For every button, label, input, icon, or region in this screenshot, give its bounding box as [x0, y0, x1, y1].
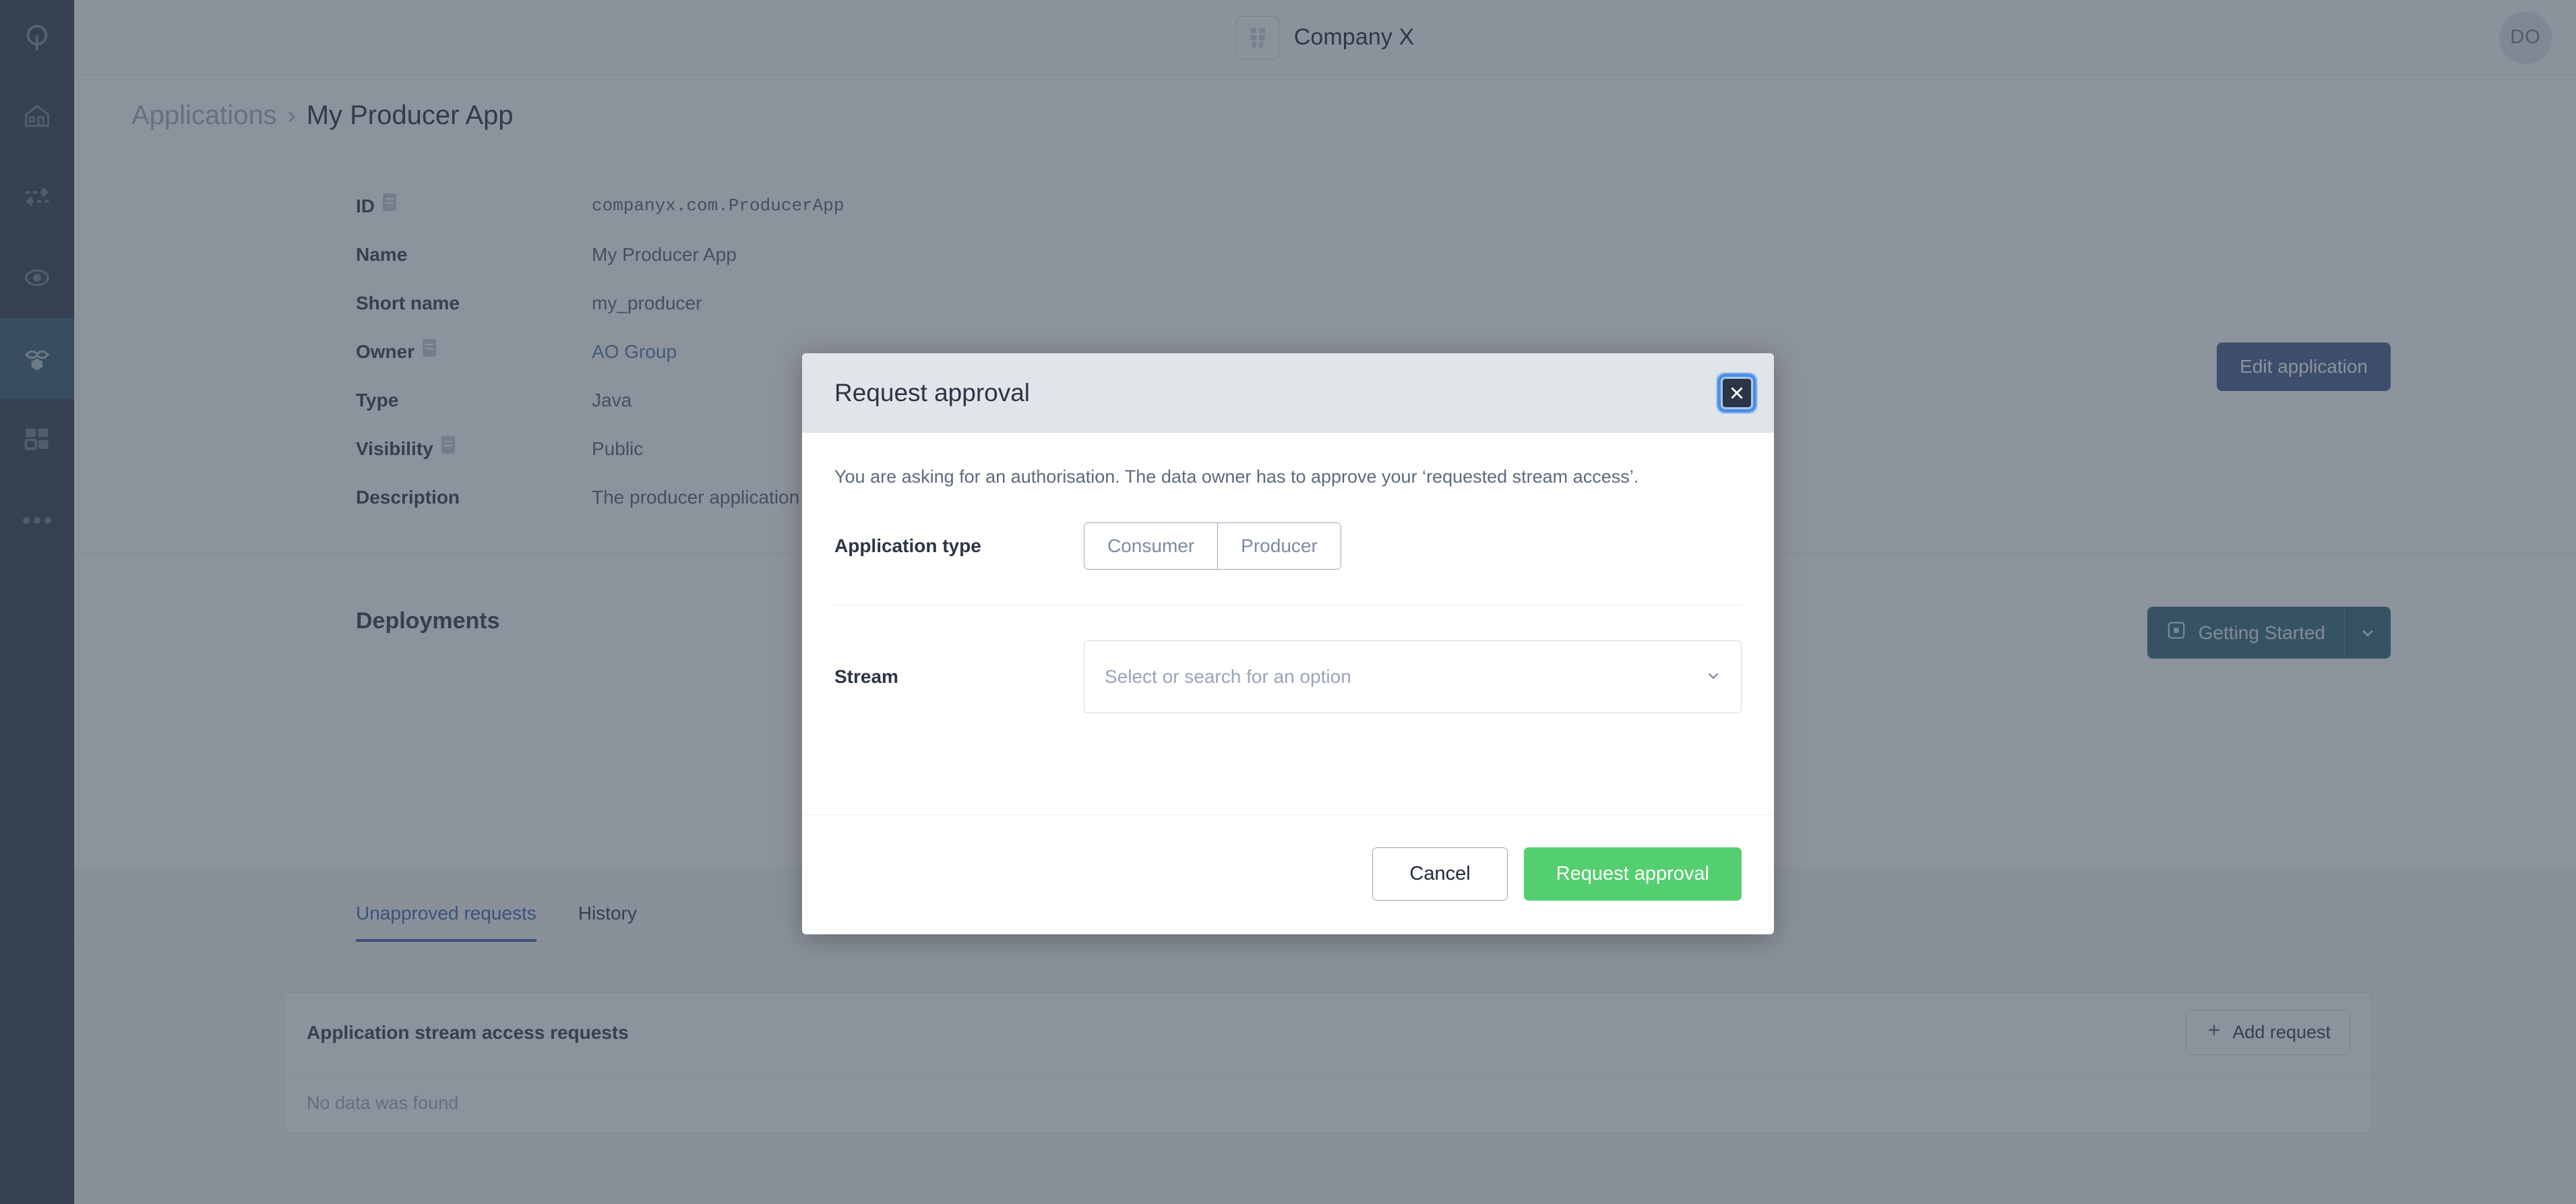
chevron-down-icon	[1705, 667, 1722, 688]
stream-select-placeholder: Select or search for an option	[1105, 666, 1351, 687]
dialog-description: You are asking for an authorisation. The…	[834, 466, 1639, 487]
close-icon[interactable]	[1717, 373, 1756, 413]
application-type-option-consumer[interactable]: Consumer	[1084, 523, 1218, 569]
cancel-button[interactable]: Cancel	[1372, 847, 1508, 901]
dialog-title: Request approval	[834, 379, 1031, 407]
app-root: Company X DO Applications › My Producer …	[0, 0, 2576, 1204]
application-type-option-producer[interactable]: Producer	[1217, 523, 1341, 569]
dialog-footer: Cancel Request approval	[802, 814, 1774, 934]
dialog-body: You are asking for an authorisation. The…	[802, 433, 1774, 814]
request-approval-button[interactable]: Request approval	[1523, 847, 1742, 901]
stream-row: Stream Select or search for an option	[834, 640, 1742, 748]
stream-label: Stream	[834, 666, 898, 687]
dialog-header: Request approval	[802, 353, 1774, 433]
application-type-row: Application type Consumer Producer	[834, 522, 1742, 605]
application-type-label: Application type	[834, 535, 981, 556]
application-type-segmented-control: Consumer Producer	[1084, 522, 1341, 570]
dialog-spacer	[834, 748, 1742, 814]
stream-select[interactable]: Select or search for an option	[1084, 640, 1742, 713]
request-approval-dialog: Request approval You are asking for an a…	[802, 353, 1774, 934]
